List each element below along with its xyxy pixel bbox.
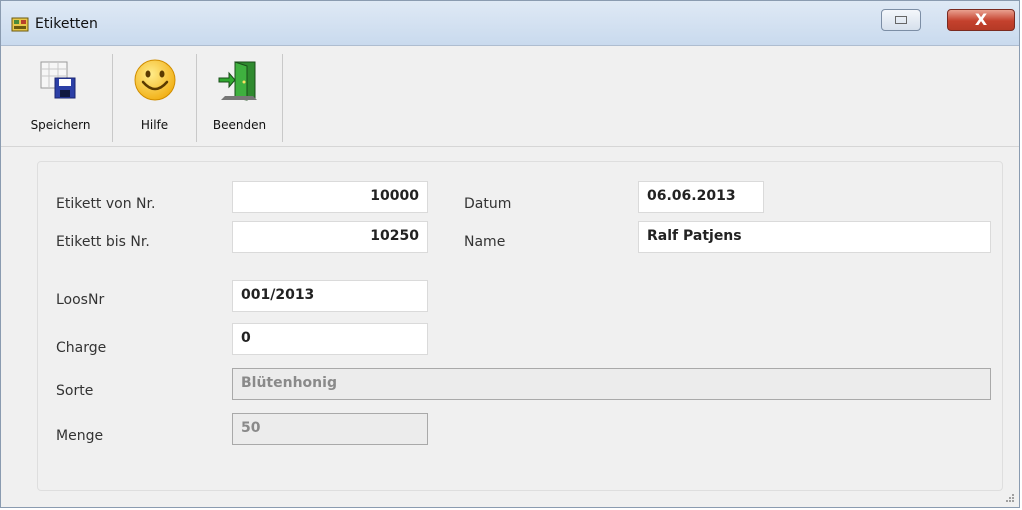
restore-button[interactable] xyxy=(881,9,921,31)
menge-label: Menge xyxy=(56,428,104,444)
toolbar: Speichern Hilfe Beenden xyxy=(1,46,1019,147)
exit-label: Beenden xyxy=(212,118,267,132)
sorte-label: Sorte xyxy=(56,383,94,399)
window-title: Etiketten xyxy=(35,16,98,32)
help-label: Hilfe xyxy=(140,118,169,132)
etikett-von-input[interactable]: 10000 xyxy=(232,181,428,213)
save-label: Speichern xyxy=(30,118,91,132)
form-panel xyxy=(37,161,1003,491)
loosnr-label: LoosNr xyxy=(56,292,105,308)
loosnr-input[interactable]: 001/2013 xyxy=(232,280,428,312)
smiley-help-icon xyxy=(134,59,176,101)
name-label: Name xyxy=(464,234,506,250)
datum-label: Datum xyxy=(464,196,512,212)
title-bar[interactable]: Etiketten X xyxy=(1,1,1019,46)
charge-input[interactable]: 0 xyxy=(232,323,428,355)
etikett-bis-label: Etikett bis Nr. xyxy=(56,234,150,250)
restore-icon xyxy=(895,16,907,24)
menge-input: 50 xyxy=(232,413,428,445)
etikett-bis-input[interactable]: 10250 xyxy=(232,221,428,253)
exit-door-icon xyxy=(218,61,257,101)
sorte-input: Blütenhonig xyxy=(232,368,991,400)
charge-label: Charge xyxy=(56,340,107,356)
app-icon xyxy=(11,17,29,32)
datum-input[interactable]: 06.06.2013 xyxy=(638,181,764,213)
resize-grip-icon[interactable] xyxy=(1005,493,1015,503)
help-button[interactable]: Hilfe xyxy=(113,54,197,142)
etikett-von-label: Etikett von Nr. xyxy=(56,196,156,212)
save-button[interactable]: Speichern xyxy=(9,54,113,142)
save-icon xyxy=(40,61,76,99)
name-input[interactable]: Ralf Patjens xyxy=(638,221,991,253)
exit-button[interactable]: Beenden xyxy=(197,54,283,142)
etiketten-window: Etiketten X Speichern Hilfe Beenden Etik… xyxy=(0,0,1020,508)
close-button[interactable]: X xyxy=(947,9,1015,31)
